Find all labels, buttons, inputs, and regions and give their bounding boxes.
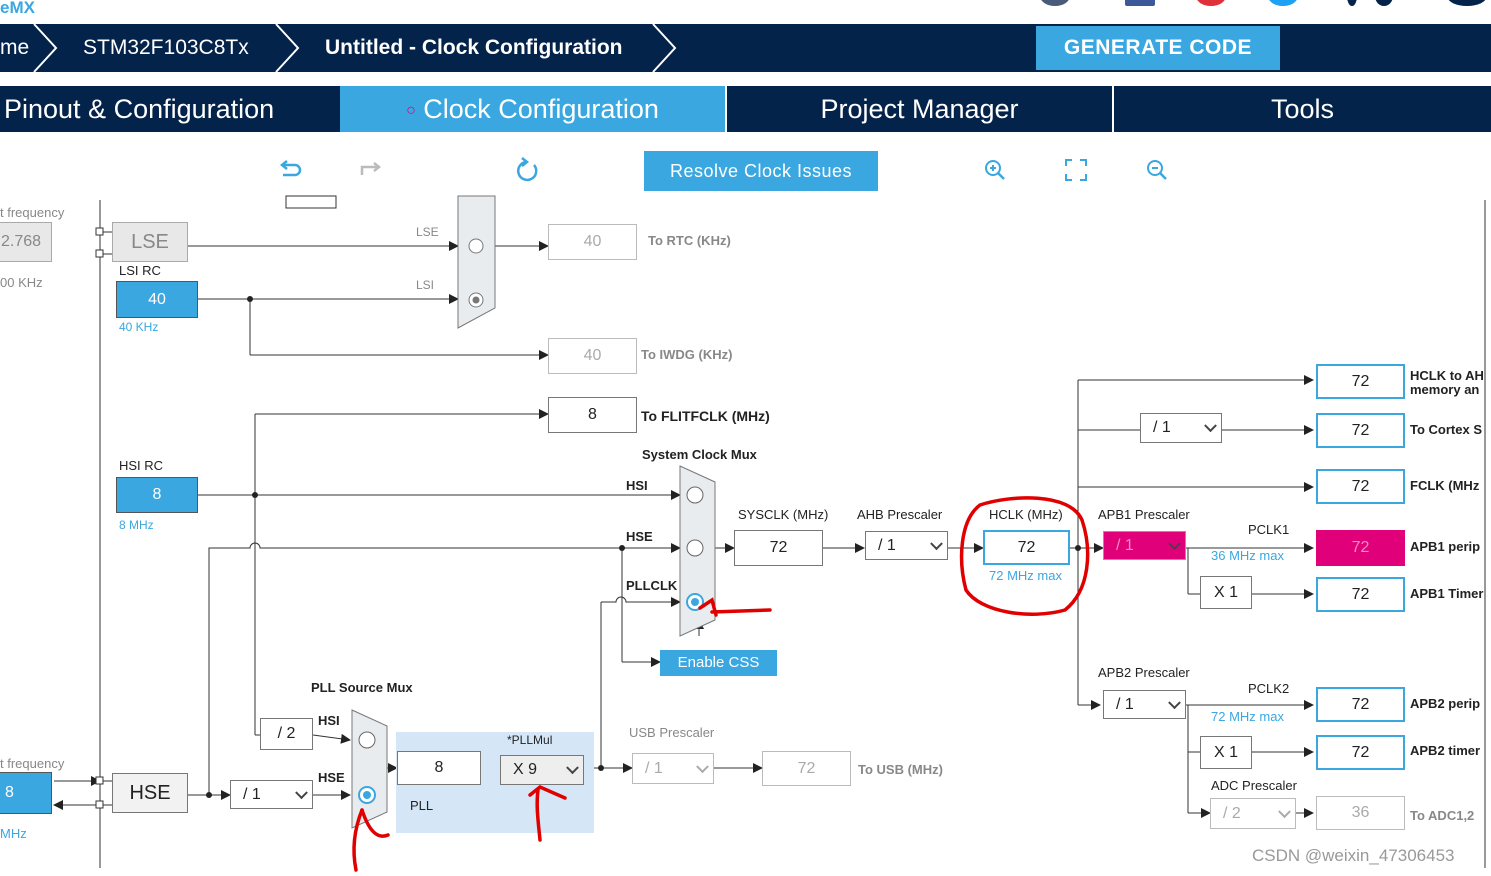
pllclk-arrowhead bbox=[698, 597, 718, 617]
pllmul-arrowhead bbox=[528, 784, 567, 800]
hse-arrow-right bbox=[360, 808, 390, 838]
pllclk-arrow bbox=[710, 608, 772, 614]
hse-arrow-left bbox=[352, 808, 364, 872]
watermark: CSDN @weixin_47306453 bbox=[1252, 846, 1455, 865]
hclk-highlight-circle bbox=[959, 496, 1090, 616]
cubemx-window: eMX me STM32F103C8Tx Untitled - Clock Co… bbox=[0, 0, 1491, 876]
red-annotations bbox=[352, 496, 1090, 872]
pllmul-arrow bbox=[535, 788, 542, 842]
